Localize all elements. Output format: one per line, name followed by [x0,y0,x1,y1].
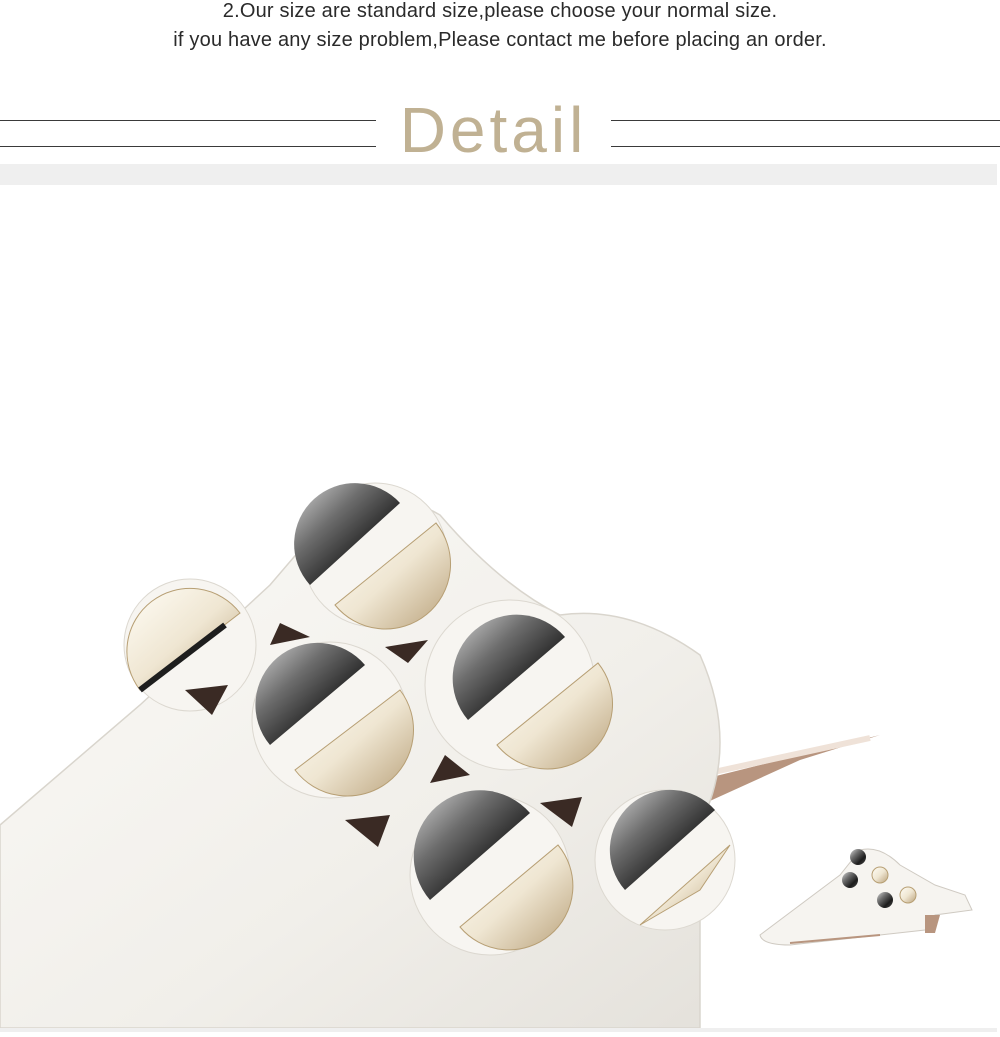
section-title-detail: Detail [399,94,588,166]
product-photo [0,185,997,1028]
divider-right-top [611,120,1000,121]
inset-shoe-side-view [759,848,973,946]
size-note-line-1: 2.Our size are standard size,please choo… [222,0,778,22]
divider-left-bottom [0,146,376,147]
divider-right-bottom [611,146,1000,147]
size-note-line-2: if you have any size problem,Please cont… [173,29,827,51]
divider-left-top [0,120,376,121]
shoe-closeup-illustration [0,482,973,1028]
